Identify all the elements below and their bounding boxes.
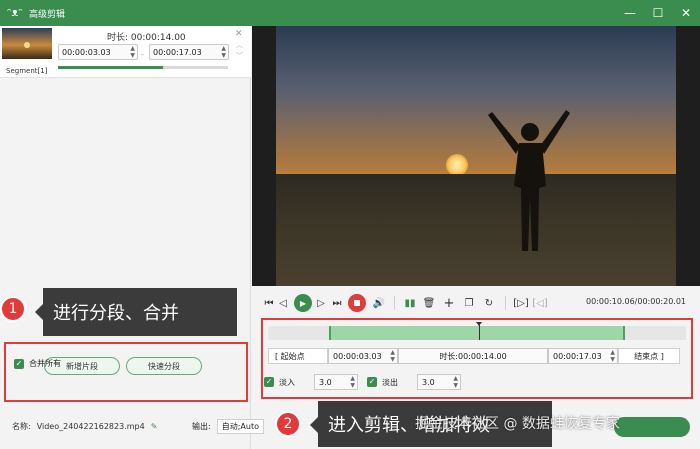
merge-all-checkbox[interactable]: ✓ 合并所有 [14,358,61,369]
segment-end-input[interactable]: 00:00:17.03 ▲ ▼ [149,44,229,60]
fade-out-input[interactable]: 3.0 ▲ ▼ [417,374,461,390]
clip-start-value: 00:00:03.03 [333,351,382,361]
set-start-button[interactable]: [ 起始点 [268,348,328,364]
fade-out-label: 淡出 [382,377,398,387]
maximize-icon[interactable]: ☐ [644,0,672,26]
file-name-label: 名称: [12,422,31,431]
callout-number-2: 2 [275,411,301,437]
playhead[interactable] [476,322,482,340]
spinner-icon[interactable]: ▲ ▼ [350,375,355,389]
segment-progress-bar [58,66,228,69]
divider [505,296,506,310]
copy-icon[interactable]: ❐ [459,294,479,312]
fade-out-value: 3.0 [422,377,435,387]
split-icon[interactable]: ▮▮ [401,294,419,312]
close-icon[interactable]: ✕ [235,29,243,39]
stop-icon[interactable] [348,294,366,312]
segment-duration-value: 00:00:14.00 [130,33,186,43]
reset-icon[interactable]: ↻ [479,294,499,312]
clip-duration-value: 00:00:14.00 [458,351,507,361]
chevron-up-icon[interactable]: ︿ [236,40,243,50]
spinner-icon[interactable]: ▲ ▼ [221,45,226,59]
clip-time-row: [ 起始点 00:00:03.03 ▲ ▼ 时长: 00:00:14.00 00:… [268,348,680,364]
quick-split-button[interactable]: 快速分段 [126,357,202,375]
skip-start-icon[interactable]: ⏮ [262,294,276,312]
file-name-value: Video_240422162823.mp4 [36,422,145,431]
file-name-row: 名称: Video_240422162823.mp4 ✎ [12,421,157,432]
segment-name: Segment[1] [6,67,48,75]
segment-thumbnail[interactable] [2,28,52,59]
callout-arrow [310,417,318,433]
merge-all-label: 合并所有 [29,359,61,368]
video-preview[interactable] [276,26,676,286]
segment-start-input[interactable]: 00:00:03.03 ▲ ▼ [58,44,138,60]
output-select[interactable]: 自动;Auto [216,419,264,434]
segment-card[interactable]: Segment[1] 时长: 00:00:14.00 00:00:03.03 ▲… [0,26,251,78]
time-readout: 00:00:10.06/00:00:20.01 [586,297,686,306]
step-forward-icon[interactable]: ▷ [312,294,330,312]
segment-end-value: 00:00:17.03 [153,47,202,57]
window-controls: — ☐ ✕ [616,0,700,26]
callout-arrow [35,304,43,320]
fade-out-checkbox[interactable]: ✓ [367,377,377,387]
clip-start-input[interactable]: 00:00:03.03 ▲ ▼ [328,348,398,364]
fade-in-input[interactable]: 3.0 ▲ ▼ [314,374,358,390]
edit-icon[interactable]: ✎ [151,422,158,431]
export-button[interactable] [614,417,690,437]
segment-start-value: 00:00:03.03 [62,47,111,57]
segment-duration-label: 时长: [107,33,129,43]
segment-duration: 时长: 00:00:14.00 [107,30,186,43]
person-silhouette [488,110,570,251]
checkbox-icon[interactable]: ✓ [14,358,24,369]
play-icon[interactable]: ▶ [294,294,312,312]
fade-row: ✓ 淡入 3.0 ▲ ▼ ✓ 淡出 3.0 ▲ ▼ [264,374,461,390]
minimize-icon[interactable]: — [616,0,644,26]
volume-icon[interactable]: 🔊 [370,294,388,312]
delete-icon[interactable]: 🗑 [419,294,439,312]
clip-end-value: 00:00:17.03 [553,351,602,361]
divider [394,296,395,310]
frog-icon: ᵔᴥᵔ [7,6,23,19]
output-label: 输出: [192,422,211,431]
title-bar: ᵔᴥᵔ 高级剪辑 — ☐ ✕ [0,0,700,26]
segment-panel: Segment[1] 时长: 00:00:14.00 00:00:03.03 ▲… [0,26,251,449]
watermark: 掘金技术社区 @ 数据蛙恢复专家 [415,416,620,432]
add-icon[interactable]: + [439,294,459,312]
spinner-icon[interactable]: ▲ ▼ [130,45,135,59]
highlight-box-segments [4,342,248,402]
clip-duration: 时长: 00:00:14.00 [398,348,548,364]
set-end-icon[interactable]: [◁] [530,294,550,312]
window-title: 高级剪辑 [29,9,66,20]
spinner-icon[interactable]: ▲ ▼ [453,375,458,389]
skip-end-icon[interactable]: ⏭ [330,294,344,312]
playback-controls: ⏮ ◁ ▶ ▷ ⏭ 🔊 ▮▮ 🗑 + ❐ ↻ [▷] [◁] 00:00:10.… [252,292,700,314]
callout-1: 进行分段、合并 [43,288,237,336]
output-row: 输出: 自动;Auto [192,419,264,434]
clip-duration-label: 时长: [439,351,459,361]
callout-number-1: 1 [0,296,26,322]
chevron-down-icon[interactable]: ﹀ [236,51,243,61]
spinner-icon[interactable]: ▲ ▼ [390,349,395,363]
fade-in-label: 淡入 [279,377,295,387]
set-start-icon[interactable]: [▷] [512,294,530,312]
step-back-icon[interactable]: ◁ [276,294,290,312]
fade-in-checkbox[interactable]: ✓ [264,377,274,387]
set-end-button[interactable]: 结束点 ] [618,348,680,364]
fade-in-value: 3.0 [319,377,332,387]
clip-range[interactable] [329,326,625,340]
clip-end-input[interactable]: 00:00:17.03 ▲ ▼ [548,348,618,364]
segment-progress-fill [58,66,164,69]
spinner-icon[interactable]: ▲ ▼ [610,349,615,363]
clip-timeline[interactable] [268,322,686,340]
segment-separator: - [141,50,144,59]
video-preview-area [252,26,700,286]
close-icon[interactable]: ✕ [672,0,700,26]
editor-panel: ⏮ ◁ ▶ ▷ ⏭ 🔊 ▮▮ 🗑 + ❐ ↻ [▷] [◁] 00:00:10.… [252,26,700,449]
